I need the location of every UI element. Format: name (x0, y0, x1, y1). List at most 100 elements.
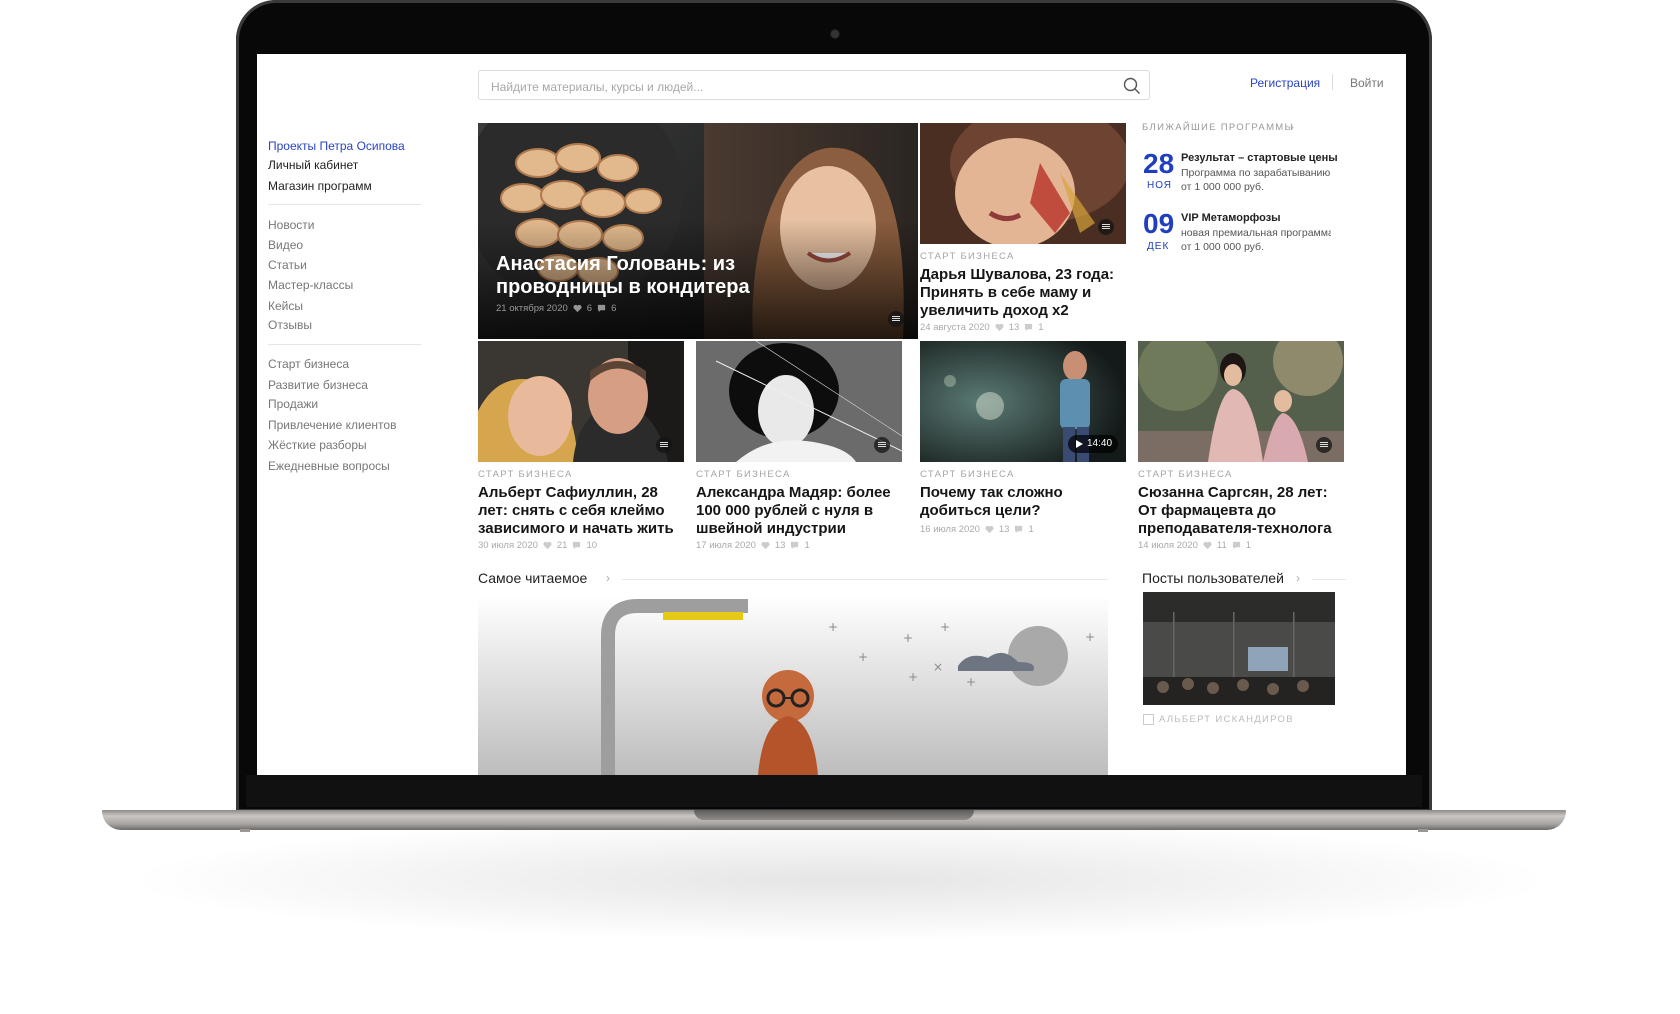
article-date: 30 июля 2020 (478, 540, 538, 551)
article-likes: 13 (998, 524, 1010, 535)
sidebar-item-sales[interactable]: Продажи (268, 397, 318, 411)
section-divider (622, 579, 1108, 580)
article-title[interactable]: Почему так сложно добиться цели? (920, 484, 1126, 520)
article-comments: 1 (1028, 524, 1034, 535)
article-image[interactable] (696, 341, 902, 462)
article-title[interactable]: Александра Мадяр: более 100 000 рублей с… (696, 484, 902, 538)
video-thumbnail[interactable]: 14:40 (920, 341, 1126, 462)
article-image-safiullin (478, 341, 684, 462)
sidebar-item-shop[interactable]: Магазин программ (268, 179, 372, 193)
section-most-read[interactable]: Самое читаемое (478, 570, 587, 586)
upcoming-header[interactable]: БЛИЖАЙШИЕ ПРОГРАММЫ (1142, 122, 1294, 133)
sidebar-divider (268, 344, 421, 345)
search-input[interactable] (489, 77, 1093, 97)
svg-text:+: + (858, 650, 868, 664)
laptop-shadow (140, 820, 1540, 940)
sidebar-item-masterclasses[interactable]: Мастер-классы (268, 278, 353, 292)
sidebar-item-articles[interactable]: Статьи (268, 258, 307, 272)
section-divider (1312, 579, 1346, 580)
sidebar-item-reviews[interactable]: Отзывы (268, 318, 312, 332)
article-image[interactable] (1138, 341, 1344, 462)
featured-likes: 6 (586, 303, 593, 314)
sidebar-item-growth[interactable]: Развитие бизнеса (268, 378, 368, 392)
heart-icon (985, 525, 994, 534)
article-likes: 13 (1008, 322, 1020, 333)
article-image-sargsyan (1138, 341, 1344, 462)
login-link[interactable]: Войти (1350, 76, 1384, 90)
article-date: 14 июля 2020 (1138, 540, 1198, 551)
svg-text:+: + (908, 670, 918, 684)
program-title[interactable]: VIP Метаморфозы (1181, 212, 1281, 224)
comment-icon (1232, 541, 1240, 550)
video-duration: 14:40 (1087, 438, 1113, 449)
program-desc: Программа по зарабатыванию (1181, 167, 1331, 179)
sidebar-item-news[interactable]: Новости (268, 218, 314, 232)
article-type-icon (1316, 437, 1332, 453)
register-link[interactable]: Регистрация (1250, 76, 1320, 90)
section-user-posts[interactable]: Посты пользователей (1142, 570, 1284, 586)
sidebar-item-projects[interactable]: Проекты Петра Осипова (268, 139, 405, 153)
heart-icon (543, 541, 552, 550)
article-category[interactable]: СТАРТ БИЗНЕСА (920, 251, 1015, 262)
sidebar-item-clients[interactable]: Привлечение клиентов (268, 418, 396, 432)
article-date: 16 июля 2020 (920, 524, 980, 535)
article-title[interactable]: Дарья Шувалова, 23 года: Принять в себе … (920, 266, 1125, 320)
sidebar-item-cases[interactable]: Кейсы (268, 299, 303, 313)
article-type-icon (656, 437, 672, 453)
article-category[interactable]: СТАРТ БИЗНЕСА (920, 469, 1015, 480)
article-image-shuvalova (920, 123, 1126, 244)
article-title[interactable]: Альберт Сафиуллин, 28 лет: снять с себя … (478, 484, 684, 538)
article-category[interactable]: СТАРТ БИЗНЕСА (696, 469, 791, 480)
svg-text:×: × (933, 660, 943, 674)
program-price: от 1 000 000 руб. (1181, 181, 1264, 193)
article-likes: 13 (774, 540, 786, 551)
program-month: НОЯ (1147, 180, 1173, 191)
sidebar-item-account[interactable]: Личный кабинет (268, 158, 358, 172)
laptop-foot (1418, 829, 1428, 832)
article-meta: 17 июля 2020 13 1 (696, 540, 810, 551)
sidebar-item-reviews-hard[interactable]: Жёсткие разборы (268, 438, 367, 452)
svg-text:+: + (828, 620, 838, 634)
article-image[interactable] (478, 341, 684, 462)
article-image[interactable] (920, 123, 1126, 244)
sidebar-item-start[interactable]: Старт бизнеса (268, 357, 349, 371)
article-comments: 1 (1245, 540, 1252, 551)
chevron-right-icon[interactable]: › (1290, 120, 1294, 134)
article-title[interactable]: Сюзанна Саргсян, 28 лет: От фармацевта д… (1138, 484, 1344, 538)
article-likes: 21 (556, 540, 568, 551)
program-day: 09 (1143, 208, 1175, 239)
most-read-illustration[interactable]: + + + + + + + × (478, 596, 1108, 775)
featured-article[interactable]: Анастасия Головань: из проводницы в конд… (478, 123, 918, 339)
svg-text:+: + (1085, 630, 1095, 644)
chevron-right-icon[interactable]: › (606, 571, 610, 585)
sidebar-item-daily-questions[interactable]: Ежедневные вопросы (268, 459, 390, 473)
sidebar-divider (268, 204, 421, 205)
featured-comments: 6 (611, 303, 617, 314)
svg-text:+: + (903, 631, 913, 645)
comment-icon (597, 304, 606, 313)
article-category[interactable]: СТАРТ БИЗНЕСА (478, 469, 573, 480)
article-category[interactable]: СТАРТ БИЗНЕСА (1138, 469, 1233, 480)
article-meta: 30 июля 2020 21 10 (478, 540, 597, 551)
article-likes: 11 (1216, 540, 1227, 551)
comment-icon (1015, 525, 1023, 534)
heart-icon (1203, 541, 1212, 550)
sidebar-item-video[interactable]: Видео (268, 238, 303, 252)
search-icon[interactable] (1123, 77, 1141, 95)
user-post-image[interactable] (1143, 592, 1335, 705)
browser-viewport: Регистрация Войти Проекты Петра Осипова … (257, 54, 1406, 775)
article-type-icon (888, 311, 904, 327)
header-divider (1332, 74, 1333, 90)
user-post-photo (1143, 592, 1335, 705)
webcam-icon (831, 30, 839, 38)
comment-icon (791, 541, 799, 550)
program-desc: новая премиальная программа (1181, 227, 1331, 239)
user-post-author[interactable]: АЛЬБЕРТ ИСКАНДИРОВ (1159, 714, 1294, 725)
avatar (1143, 714, 1154, 725)
featured-title[interactable]: Анастасия Головань: из проводницы в конд… (496, 253, 796, 299)
article-meta: 16 июля 2020 13 1 (920, 524, 1034, 535)
chevron-right-icon[interactable]: › (1296, 571, 1300, 585)
heart-icon (761, 541, 770, 550)
program-title[interactable]: Результат – стартовые цены (1181, 152, 1338, 164)
article-date: 24 августа 2020 (920, 322, 990, 333)
